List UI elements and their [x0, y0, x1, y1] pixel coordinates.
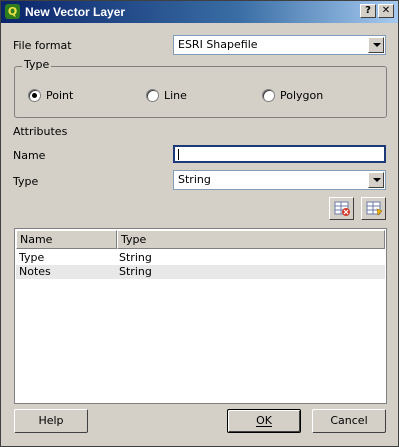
remove-attribute-button[interactable] — [329, 197, 354, 220]
radio-polygon[interactable] — [262, 89, 275, 102]
table-header: Name Type — [16, 230, 385, 249]
attributes-label: Attributes — [13, 125, 68, 138]
cell-name: Notes — [19, 265, 51, 278]
column-header-type[interactable]: Type — [117, 230, 385, 249]
radio-line[interactable] — [146, 89, 159, 102]
help-button[interactable]: Help — [14, 409, 88, 433]
new-vector-layer-dialog: Q New Vector Layer ? ✕ File format ESRI … — [0, 0, 399, 447]
table-row[interactable]: Notes String — [16, 265, 385, 279]
attribute-table[interactable]: Name Type Type String Notes String — [14, 228, 387, 404]
radio-polygon-label[interactable]: Polygon — [280, 89, 323, 102]
table-row[interactable]: Type String — [16, 251, 385, 265]
attribute-type-select[interactable]: String — [173, 170, 386, 190]
window-title: New Vector Layer — [25, 5, 126, 19]
radio-point-label[interactable]: Point — [46, 89, 73, 102]
column-header-name[interactable]: Name — [16, 230, 117, 249]
title-bar: Q New Vector Layer ? ✕ — [1, 1, 398, 23]
help-title-button[interactable]: ? — [360, 4, 376, 18]
add-attribute-icon — [366, 201, 383, 216]
type-group-title: Type — [22, 58, 52, 71]
radio-point[interactable] — [28, 89, 41, 102]
cancel-button[interactable]: Cancel — [312, 409, 386, 433]
qgis-icon: Q — [5, 4, 20, 19]
radio-line-label[interactable]: Line — [164, 89, 187, 102]
ok-button-label: OK — [256, 414, 272, 427]
cell-name: Type — [19, 251, 45, 264]
chevron-down-icon[interactable] — [368, 172, 384, 188]
type-label: Type — [13, 175, 39, 188]
file-format-select[interactable]: ESRI Shapefile — [173, 35, 386, 55]
add-attribute-button[interactable] — [361, 197, 386, 220]
attribute-type-value: String — [178, 173, 211, 186]
cell-type: String — [119, 251, 152, 264]
text-caret — [178, 149, 179, 160]
ok-button[interactable]: OK — [227, 409, 301, 433]
file-format-label: File format — [13, 39, 72, 52]
file-format-value: ESRI Shapefile — [178, 38, 258, 51]
cell-type: String — [119, 265, 152, 278]
delete-attribute-icon — [334, 201, 350, 216]
close-button[interactable]: ✕ — [378, 4, 394, 18]
name-input[interactable] — [173, 145, 386, 163]
name-label: Name — [13, 149, 46, 162]
chevron-down-icon[interactable] — [368, 37, 384, 53]
